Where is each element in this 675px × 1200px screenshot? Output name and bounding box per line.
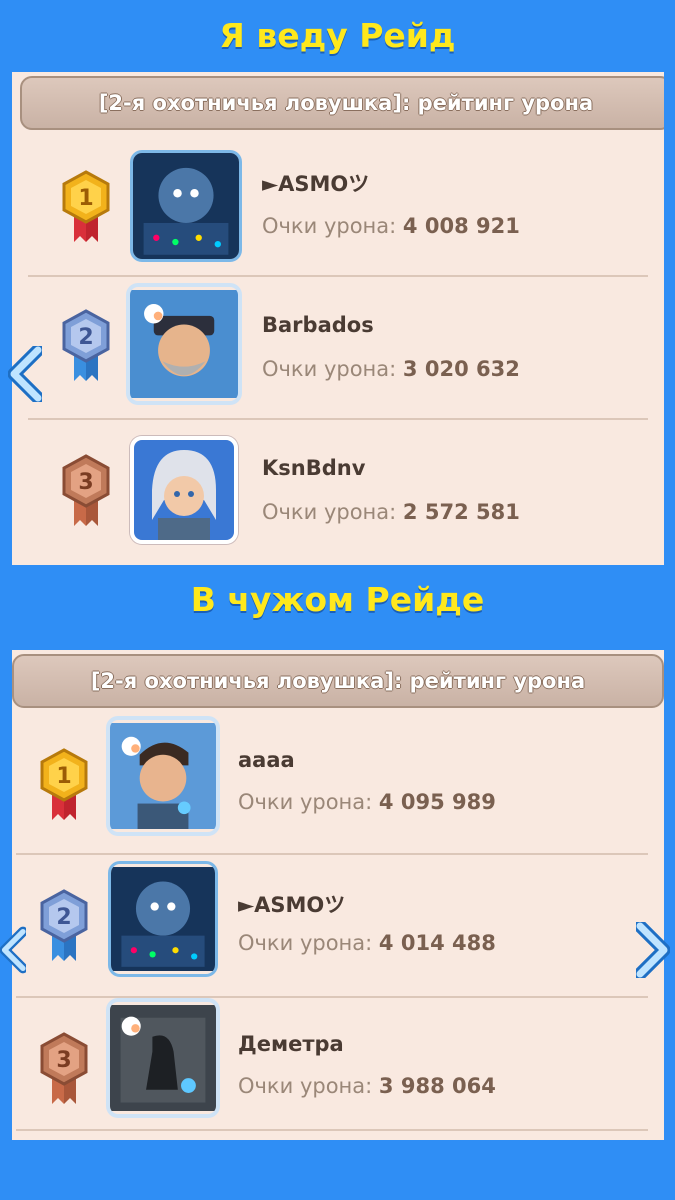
gold-medal-icon: 1 <box>38 748 90 824</box>
player-name: Barbados <box>262 313 374 337</box>
panel-header: [2-я охотничья ловушка]: рейтинг урона <box>12 654 664 708</box>
caption-leading-raid: Я веду Рейд <box>219 16 456 55</box>
yeti-avatar-icon[interactable] <box>108 861 218 977</box>
panel-header: [2-я охотничья ловушка]: рейтинг урона <box>20 76 664 130</box>
svg-text:1: 1 <box>78 186 93 211</box>
hero-avatar-icon[interactable] <box>106 716 220 836</box>
bronze-medal-icon: 3 <box>38 1032 90 1108</box>
player-name: KsnBdnv <box>262 456 366 480</box>
ranking-row[interactable]: 2 Barbados Очки урона: 3 020 632 <box>12 277 664 420</box>
previous-page-arrow-icon[interactable] <box>0 922 26 978</box>
player-name: ►ASMOツ <box>238 893 346 917</box>
row-divider <box>16 1129 648 1131</box>
svg-text:3: 3 <box>56 1048 71 1073</box>
ranking-row[interactable]: 1 ►ASMOツ Очки урона: 4 008 921 <box>12 134 664 277</box>
damage-score: Очки урона: 4 095 989 <box>238 790 496 814</box>
bronze-medal-icon: 3 <box>60 454 112 530</box>
white-haired-avatar-icon[interactable] <box>130 436 238 544</box>
ranking-row[interactable]: 3 KsnBdnv Очки урона: 2 572 581 <box>12 420 664 563</box>
panel-title: [2-я охотничья ловушка]: рейтинг урона <box>98 91 594 115</box>
player-name: Деметра <box>238 1032 344 1056</box>
ranking-row[interactable]: 1 aaaa Очки урона: 4 095 989 <box>12 712 664 855</box>
next-page-arrow-icon[interactable] <box>636 922 670 978</box>
svg-text:2: 2 <box>56 905 71 930</box>
svg-text:1: 1 <box>56 764 71 789</box>
previous-page-arrow-icon[interactable] <box>8 346 42 402</box>
panel-title: [2-я охотничья ловушка]: рейтинг урона <box>90 669 586 693</box>
dark-figure-avatar-icon[interactable] <box>106 998 220 1118</box>
ranking-row[interactable]: 3 Деметра Очки урона: 3 988 064 <box>12 998 664 1140</box>
svg-text:2: 2 <box>78 325 93 350</box>
ranking-panel-own-raid: [2-я охотничья ловушка]: рейтинг урона 1… <box>12 72 664 565</box>
ranking-row[interactable]: 2 ►ASMOツ Очки урона: 4 014 488 <box>12 855 664 998</box>
caption-other-raid: В чужом Рейде <box>190 580 485 619</box>
damage-score: Очки урона: 3 988 064 <box>238 1074 496 1098</box>
ranking-panel-other-raid: [2-я охотничья ловушка]: рейтинг урона 1… <box>12 650 664 1140</box>
gold-medal-icon: 1 <box>60 170 112 246</box>
damage-score: Очки урона: 4 014 488 <box>238 931 496 955</box>
silver-medal-icon: 2 <box>38 889 90 965</box>
damage-score: Очки урона: 2 572 581 <box>262 500 520 524</box>
captain-avatar-icon[interactable] <box>126 283 242 405</box>
player-name: ►ASMOツ <box>262 172 370 196</box>
damage-score: Очки урона: 3 020 632 <box>262 357 520 381</box>
yeti-avatar-icon[interactable] <box>130 150 242 262</box>
player-name: aaaa <box>238 748 295 772</box>
silver-medal-icon: 2 <box>60 309 112 385</box>
damage-score: Очки урона: 4 008 921 <box>262 214 520 238</box>
svg-text:3: 3 <box>78 470 93 495</box>
